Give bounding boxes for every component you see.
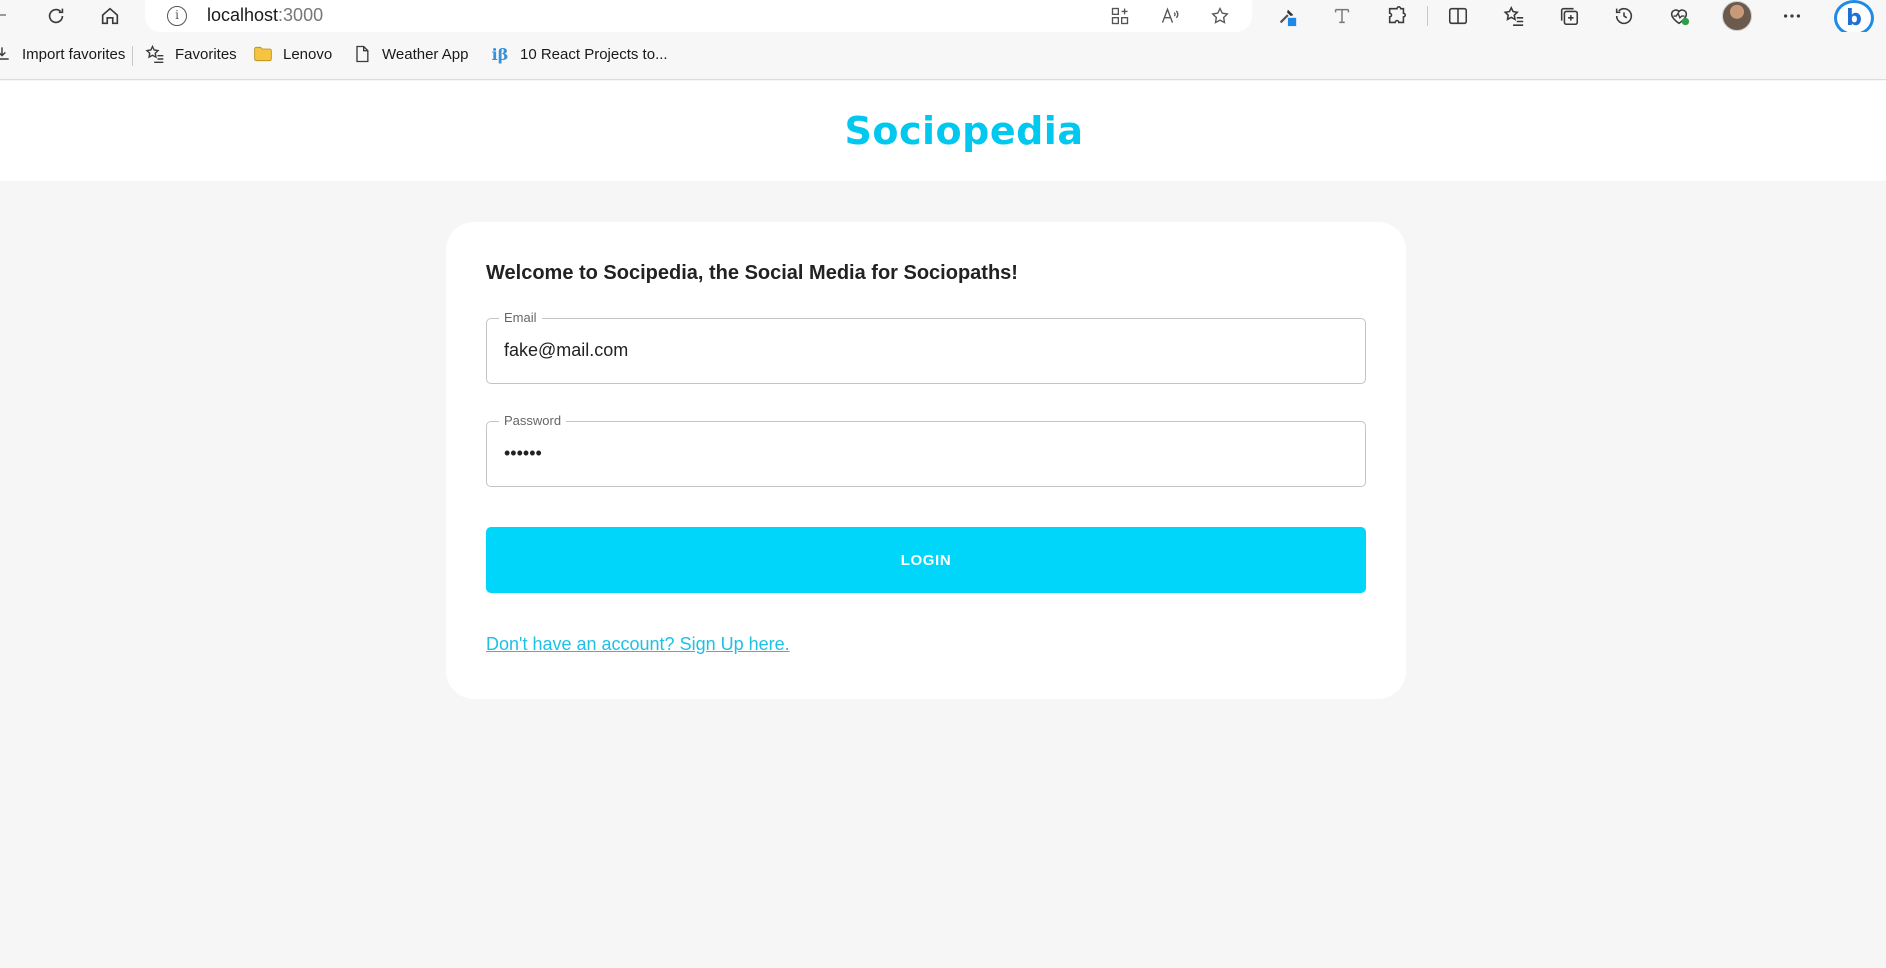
url-text[interactable]: localhost:3000 [207,5,323,26]
favorite-lenovo[interactable]: Lenovo [253,44,332,64]
collections-icon[interactable] [1557,4,1581,28]
site-info-icon[interactable]: i [167,6,187,26]
favorites-list-icon[interactable] [1502,4,1526,28]
extensions-puzzle-icon[interactable] [1385,4,1409,28]
back-arrow-icon[interactable] [0,14,6,16]
home-icon[interactable] [98,4,122,28]
password-label: Password [499,413,567,428]
refresh-icon[interactable] [44,4,68,28]
password-input[interactable]: •••••• [504,443,1344,464]
email-field[interactable]: Email fake@mail.com [486,310,1366,384]
favorite-weather-app[interactable]: Weather App [352,44,468,64]
favorites-star-icon [145,44,165,64]
history-icon[interactable] [1612,4,1636,28]
browser-essentials-icon[interactable] [1667,4,1691,28]
bing-letter: b [1846,5,1862,31]
page-icon [352,44,372,64]
favorite-label: Lenovo [283,45,333,63]
split-screen-icon[interactable] [1446,4,1470,28]
browser-toolbar: i localhost:3000 b [0,0,1886,36]
toolbar-separator [1427,6,1428,26]
favorite-favorites-folder[interactable]: Favorites [145,44,237,64]
read-aloud-icon[interactable] [1159,5,1181,27]
more-options-icon[interactable] [1780,4,1804,28]
text-extension-icon[interactable] [1330,4,1354,28]
welcome-heading: Welcome to Socipedia, the Social Media f… [486,262,1018,284]
login-card: Welcome to Socipedia, the Social Media f… [446,222,1406,699]
favorite-import-favorites[interactable]: Import favorites [0,44,125,64]
bing-copilot-icon[interactable]: b [1834,0,1874,36]
url-host: localhost [207,5,279,25]
favorites-bar: Import favorites Favorites Lenovo Weathe… [0,32,1886,80]
email-label: Email [499,310,542,325]
color-picker-extension-icon[interactable] [1275,4,1299,28]
import-icon [0,44,12,64]
signup-link[interactable]: Don't have an account? Sign Up here. [486,634,790,655]
profile-avatar[interactable] [1722,1,1752,31]
add-favorite-star-icon[interactable] [1209,5,1231,27]
favorites-separator [132,46,133,66]
favorite-label: Weather App [382,45,469,63]
app-available-icon[interactable] [1109,5,1131,27]
favorite-label: 10 React Projects to... [520,45,668,63]
favorite-label: Import favorites [22,45,126,63]
app-logo[interactable]: Sociopedia [845,109,1084,153]
email-input[interactable]: fake@mail.com [504,340,1344,361]
ib-icon: iβ [491,44,509,64]
app-header: Sociopedia [0,81,1886,181]
password-field[interactable]: Password •••••• [486,413,1366,487]
url-port: :3000 [278,5,324,25]
login-button[interactable]: LOGIN [486,527,1366,593]
folder-icon [253,44,273,64]
address-bar[interactable]: i localhost:3000 [145,0,1252,32]
favorite-react-projects[interactable]: iβ 10 React Projects to... [490,44,668,64]
favorite-label: Favorites [175,45,237,63]
